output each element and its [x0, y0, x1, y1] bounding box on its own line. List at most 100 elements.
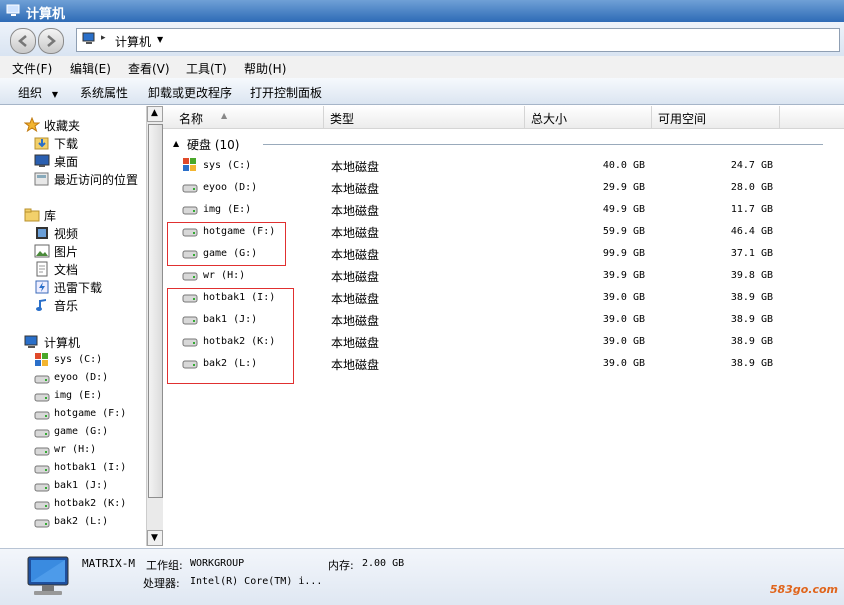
- drive-free-space: 38.9 GB: [730, 292, 773, 303]
- cpu-value: Intel(R) Core(TM) i...: [190, 576, 323, 587]
- system-properties-button[interactable]: 系统属性: [80, 84, 128, 101]
- back-arrow-icon: [18, 35, 27, 47]
- windows-drive-icon: [35, 353, 48, 366]
- group-header-hard-drives[interactable]: ▲ 硬盘 (10): [173, 136, 833, 152]
- drive-free-space: 46.4 GB: [730, 226, 773, 237]
- drive-icon: [182, 184, 198, 193]
- drive-name: eyoo (D:): [203, 182, 258, 193]
- drive-name: sys (C:): [203, 160, 252, 171]
- desktop-icon: [34, 154, 50, 167]
- drive-total-size: 40.0 GB: [602, 160, 645, 171]
- chevron-down-icon: ▼: [51, 90, 58, 99]
- drive-list-pane: 名称 ▲ 类型 总大小 可用空间 ▲ 硬盘 (10) sys (C:) 本地磁盘 …: [163, 106, 844, 546]
- drive-icon: [182, 206, 198, 215]
- drive-free-space: 37.1 GB: [730, 248, 773, 259]
- drive-type: 本地磁盘: [331, 358, 380, 372]
- collapse-triangle-icon[interactable]: ▲: [173, 139, 179, 148]
- drive-type: 本地磁盘: [331, 314, 380, 328]
- drive-total-size: 39.0 GB: [602, 358, 645, 369]
- music-icon: [36, 299, 46, 311]
- title-bar: 计算机: [0, 0, 844, 22]
- drive-free-space: 38.9 GB: [730, 314, 773, 325]
- organize-label: 组织: [18, 86, 43, 100]
- memory-value: 2.00 GB: [362, 558, 405, 569]
- menu-help[interactable]: 帮助(H): [244, 60, 286, 77]
- drive-total-size: 39.0 GB: [602, 336, 645, 347]
- chevron-down-icon[interactable]: ▼: [157, 35, 163, 44]
- open-control-panel-button[interactable]: 打开控制面板: [250, 84, 322, 101]
- forward-button[interactable]: [38, 28, 64, 54]
- forward-arrow-icon: [47, 35, 56, 47]
- drive-name: wr (H:): [203, 270, 246, 281]
- drive-free-space: 38.9 GB: [730, 358, 773, 369]
- workgroup-label: 工作组:: [146, 559, 183, 572]
- cpu-label: 处理器:: [143, 577, 180, 590]
- column-total-size[interactable]: 总大小: [525, 106, 652, 128]
- nav-desktop-label: 桌面: [54, 155, 79, 169]
- drive-icon: [182, 272, 198, 281]
- nav-scrollbar[interactable]: ▲ ▼: [146, 106, 163, 546]
- scroll-down-button[interactable]: ▼: [147, 530, 163, 546]
- drive-free-space: 28.0 GB: [730, 182, 773, 193]
- column-headers: 名称 ▲ 类型 总大小 可用空间: [163, 106, 844, 129]
- column-total-size-label: 总大小: [531, 112, 568, 126]
- table-row[interactable]: eyoo (D:) 本地磁盘 29.9 GB 28.0 GB: [163, 177, 844, 199]
- menu-file[interactable]: 文件(F): [12, 60, 52, 77]
- group-label: 硬盘 (10): [187, 138, 240, 152]
- menu-tools[interactable]: 工具(T): [186, 60, 227, 77]
- column-type[interactable]: 类型: [324, 106, 525, 128]
- drive-type: 本地磁盘: [331, 248, 380, 262]
- highlight-box-game-drives: [167, 222, 286, 266]
- menu-view[interactable]: 查看(V): [128, 60, 170, 77]
- uninstall-program-button[interactable]: 卸载或更改程序: [148, 84, 232, 101]
- drive-total-size: 39.0 GB: [602, 314, 645, 325]
- drive-icon: [34, 375, 50, 384]
- address-bar[interactable]: ▸ 计算机 ▼: [76, 28, 840, 52]
- drive-icon: [34, 519, 50, 528]
- computer-icon: [6, 4, 20, 16]
- drive-type: 本地磁盘: [331, 270, 380, 284]
- scroll-thumb[interactable]: [148, 124, 163, 498]
- nav-documents-label: 文档: [54, 263, 79, 277]
- breadcrumb-computer[interactable]: 计算机: [115, 33, 151, 50]
- nav-drive-label: sys (C:): [54, 354, 103, 365]
- library-folder-icon: [24, 208, 40, 222]
- table-row[interactable]: wr (H:) 本地磁盘 39.9 GB 39.8 GB: [163, 265, 844, 287]
- breadcrumb-separator-icon[interactable]: ▸: [101, 33, 106, 43]
- drive-icon: [34, 465, 50, 474]
- thunder-download-icon: [35, 280, 49, 294]
- chevron-down-icon: ▼: [151, 533, 158, 543]
- sort-ascending-icon: ▲: [221, 111, 228, 120]
- command-bar: 组织 ▼ 系统属性 卸载或更改程序 打开控制面板: [0, 78, 844, 105]
- nav-favorites-label: 收藏夹: [44, 119, 81, 133]
- column-free-space[interactable]: 可用空间: [652, 106, 780, 128]
- back-button[interactable]: [10, 28, 36, 54]
- drive-icon: [34, 447, 50, 456]
- nav-libraries-label: 库: [44, 209, 57, 223]
- nav-pictures-label: 图片: [54, 245, 79, 259]
- picture-icon: [34, 244, 50, 258]
- table-row[interactable]: img (E:) 本地磁盘 49.9 GB 11.7 GB: [163, 199, 844, 221]
- drive-total-size: 39.0 GB: [602, 292, 645, 303]
- drive-free-space: 11.7 GB: [730, 204, 773, 215]
- drive-type: 本地磁盘: [331, 292, 380, 306]
- nav-drive-label: hotbak1 (I:): [54, 462, 127, 473]
- drive-type: 本地磁盘: [331, 204, 380, 218]
- organize-button[interactable]: 组织 ▼: [18, 84, 58, 101]
- column-name[interactable]: 名称 ▲: [173, 106, 324, 128]
- menu-edit[interactable]: 编辑(E): [70, 60, 111, 77]
- nav-computer-label: 计算机: [44, 336, 81, 350]
- column-type-label: 类型: [330, 112, 355, 126]
- computer-monitor-icon: [27, 556, 69, 595]
- computer-name: MATRIX-M: [82, 557, 135, 570]
- table-row[interactable]: sys (C:) 本地磁盘 40.0 GB 24.7 GB: [163, 155, 844, 177]
- drive-icon: [34, 393, 50, 402]
- nav-drive-label: eyoo (D:): [54, 372, 109, 383]
- computer-icon: [82, 32, 95, 44]
- scroll-up-button[interactable]: ▲: [147, 106, 163, 122]
- drive-icon: [34, 483, 50, 492]
- drive-icon: [34, 501, 50, 510]
- nav-drive-label: game (G:): [54, 426, 109, 437]
- nav-videos-label: 视频: [54, 227, 79, 241]
- memory-label: 内存:: [328, 559, 354, 572]
